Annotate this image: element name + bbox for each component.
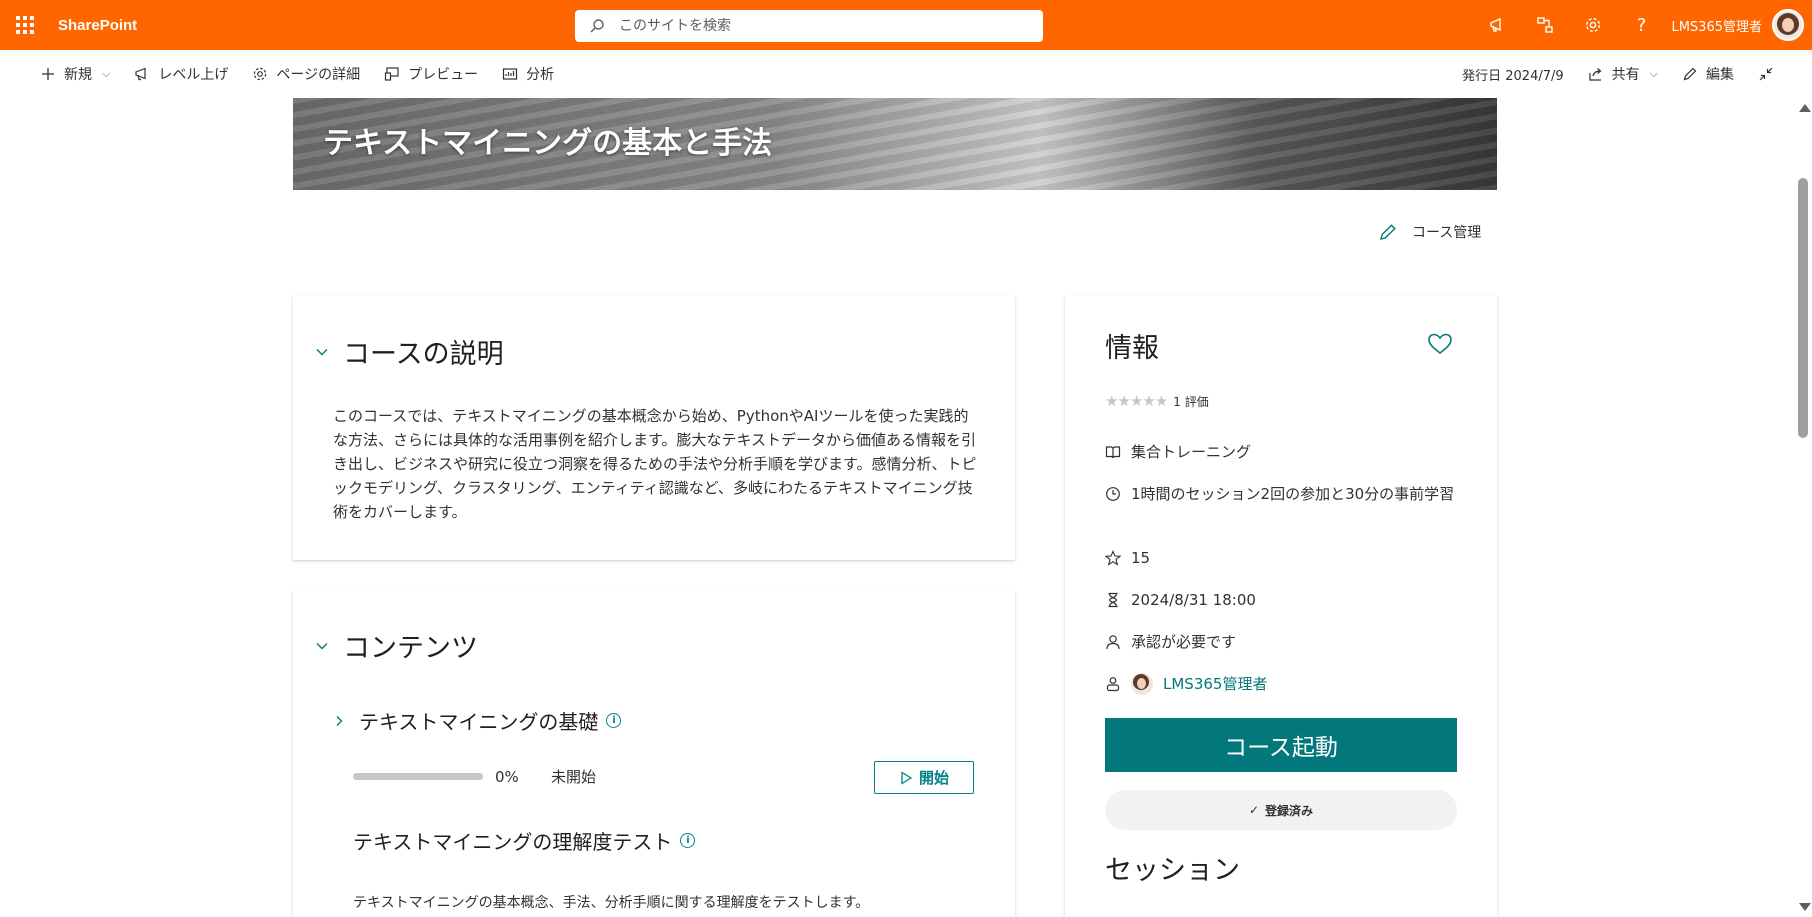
training-type-row: 集合トレーニング <box>1105 440 1251 464</box>
megaphone-icon <box>1490 17 1502 32</box>
help-button[interactable]: ? <box>1617 0 1665 50</box>
rating[interactable]: ★★★★★ 1 評価 <box>1105 392 1209 410</box>
waffle-icon <box>16 16 34 34</box>
chevron-down-icon: ⌵ <box>102 67 111 80</box>
session-heading: セッション <box>1105 855 1240 886</box>
share-button[interactable]: 共有 ⌵ <box>1576 50 1670 98</box>
new-button[interactable]: 新規 ⌵ <box>28 50 122 98</box>
megaphone-icon <box>135 67 146 81</box>
scroll-up-arrow[interactable] <box>1799 104 1811 112</box>
analytics-icon <box>502 68 518 80</box>
user-name[interactable]: LMS365管理者 <box>1671 16 1762 35</box>
page-scrollbar[interactable] <box>1794 98 1812 917</box>
user-avatar[interactable] <box>1772 9 1804 41</box>
heart-icon[interactable] <box>1427 332 1453 356</box>
collapse-icon <box>1759 67 1773 81</box>
search-input[interactable] <box>619 18 1019 34</box>
star-rating-icon: ★★★★★ <box>1105 392 1168 410</box>
pencil-icon <box>1683 67 1697 81</box>
analytics-button[interactable]: 分析 <box>490 50 566 98</box>
module-progress: 0% 未開始 <box>353 766 596 787</box>
hero-banner: テキストマイニングの基本と手法 <box>293 98 1497 190</box>
info-heading: 情報 <box>1105 333 1159 364</box>
course-info-card: 情報 ★★★★★ 1 評価 集合トレーニング 1時間のセッション2回の参加と30… <box>1065 296 1497 917</box>
owner-icon <box>1106 677 1120 692</box>
section-heading: コースの説明 <box>343 339 504 370</box>
megaphone-button[interactable] <box>1473 0 1521 50</box>
connections-icon <box>1537 17 1554 33</box>
search-icon <box>590 19 604 33</box>
course-description-card: コースの説明 このコースでは、テキストマイニングの基本概念から始め、Python… <box>293 296 1015 560</box>
preview-button[interactable]: プレビュー <box>372 50 490 98</box>
progress-percent: 0% <box>495 767 519 786</box>
module-quiz-title[interactable]: テキストマイニングの理解度テスト i <box>353 826 696 855</box>
star-icon <box>1105 550 1121 566</box>
page-title: テキストマイニングの基本と手法 <box>323 126 773 161</box>
launch-course-button[interactable]: コース起動 <box>1105 718 1457 772</box>
owner-avatar <box>1131 673 1153 695</box>
module-quiz-description: テキストマイニングの基本概念、手法、分析手順に関する理解度をテストします。 <box>353 895 870 911</box>
book-icon <box>1105 446 1121 459</box>
collapse-button[interactable] <box>1746 50 1794 98</box>
settings-button[interactable] <box>1569 0 1617 50</box>
deadline-row: 2024/8/31 18:00 <box>1105 588 1256 612</box>
owner-link[interactable]: LMS365管理者 <box>1163 672 1267 696</box>
enrolled-badge[interactable]: ✓ 登録済み <box>1105 790 1457 830</box>
chevron-down-icon: ⌵ <box>1649 67 1658 80</box>
person-icon <box>1106 635 1120 650</box>
start-button[interactable]: 開始 <box>874 761 974 794</box>
gear-icon <box>1586 17 1601 33</box>
pencil-icon <box>1380 224 1396 240</box>
info-icon[interactable]: i <box>680 833 696 848</box>
module-basics-title[interactable]: テキストマイニングの基礎 i <box>333 706 622 735</box>
published-date: 発行日 2024/7/9 <box>1462 68 1564 84</box>
promote-button[interactable]: レベル上げ <box>122 50 240 98</box>
share-icon <box>1589 68 1602 81</box>
scroll-thumb[interactable] <box>1798 178 1808 438</box>
points-row: 15 <box>1105 546 1150 570</box>
plus-icon <box>42 68 54 80</box>
info-icon[interactable]: i <box>606 713 622 728</box>
command-bar: 新規 ⌵ レベル上げ ページの詳細 プレビュー 分析 発行日 2024/7/9 … <box>0 50 1812 98</box>
contents-section-header[interactable]: コンテンツ <box>315 626 478 665</box>
module-status: 未開始 <box>551 768 597 786</box>
course-manage-link[interactable]: コース管理 <box>1378 222 1481 242</box>
question-icon: ? <box>1636 14 1647 36</box>
approval-row: 承認が必要です <box>1105 630 1236 654</box>
search-box[interactable] <box>575 10 1043 42</box>
suite-bar-right: ? LMS365管理者 <box>1473 0 1812 50</box>
progress-bar <box>353 773 483 780</box>
gear-icon <box>254 67 267 81</box>
brand-link[interactable]: SharePoint <box>58 17 137 34</box>
description-section-header[interactable]: コースの説明 <box>315 332 504 371</box>
devices-icon <box>384 67 399 81</box>
owner-row: LMS365管理者 <box>1105 672 1267 696</box>
chevron-down-icon <box>316 642 328 649</box>
chevron-right-icon <box>336 715 343 726</box>
section-heading: コンテンツ <box>343 633 478 664</box>
page-details-button[interactable]: ページの詳細 <box>240 50 372 98</box>
play-icon <box>901 770 913 785</box>
checkmark-icon: ✓ <box>1248 803 1260 817</box>
edit-button[interactable]: 編集 <box>1670 50 1746 98</box>
suite-bar: SharePoint ? LMS365管理者 <box>0 0 1812 50</box>
scroll-down-arrow[interactable] <box>1799 903 1811 911</box>
course-contents-card: コンテンツ テキストマイニングの基礎 i 0% 未開始 開始 テキストマイニング… <box>293 590 1015 917</box>
app-launcher-button[interactable] <box>0 0 50 50</box>
connections-button[interactable] <box>1521 0 1569 50</box>
clock-icon <box>1106 487 1120 501</box>
course-description-text: このコースでは、テキストマイニングの基本概念から始め、PythonやAIツールを… <box>333 407 977 521</box>
duration-row: 1時間のセッション2回の参加と30分の事前学習 <box>1105 482 1457 506</box>
chevron-down-icon <box>316 348 328 355</box>
rating-count: 1 評価 <box>1173 394 1209 409</box>
hourglass-icon <box>1108 592 1118 608</box>
